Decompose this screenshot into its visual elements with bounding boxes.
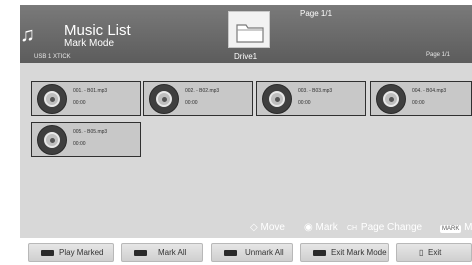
disc-icon: [37, 125, 67, 155]
key-hints: ◇ Move ◉ Mark CH Page Change MARK Ma: [20, 218, 472, 238]
file-item[interactable]: 001. - B01.mp3 00:00: [31, 81, 141, 116]
screen: ♫ Music List Mark Mode USB 1 XTICK Page …: [0, 0, 472, 265]
key-icon: [41, 250, 54, 256]
page-indicator: Page 1/1: [300, 9, 333, 18]
music-note-icon: ♫: [20, 24, 35, 46]
key-icon: [134, 250, 147, 256]
exit-button[interactable]: ▯ Exit: [396, 243, 472, 262]
file-name: 001. - B01.mp3: [73, 88, 108, 94]
move-hint: ◇ Move: [250, 218, 285, 238]
button-bar: Play Marked Mark All Unmark All Exit Mar…: [20, 239, 472, 265]
file-name: 003. - B03.mp3: [298, 88, 333, 94]
mark-key-hint: MARK Ma: [440, 218, 472, 238]
folder-icon: [236, 24, 264, 43]
drive-label: Drive1: [234, 52, 258, 61]
play-marked-button[interactable]: Play Marked: [28, 243, 114, 262]
file-time: 00:00: [298, 100, 311, 106]
exit-mark-mode-button[interactable]: Exit Mark Mode: [300, 243, 389, 262]
key-icon: [224, 250, 237, 256]
mark-hint: ◉ Mark: [304, 218, 338, 238]
unmark-all-button[interactable]: Unmark All: [211, 243, 293, 262]
disc-icon: [262, 84, 292, 114]
storage-label: USB 1 XTICK: [34, 54, 71, 60]
file-time: 00:00: [185, 100, 198, 106]
mark-label: Mark: [315, 222, 338, 233]
exit-icon: ▯: [419, 248, 424, 257]
mark-icon: ◉: [304, 222, 313, 233]
key-icon: [313, 250, 326, 256]
app-title: Music List: [64, 22, 131, 39]
mode-label: Mark Mode: [64, 38, 115, 49]
file-time: 00:00: [73, 100, 86, 106]
file-name: 005. - B05.mp3: [73, 129, 108, 135]
page-indicator-small: Page 1/1: [426, 52, 451, 58]
file-item[interactable]: 002. - B02.mp3 00:00: [143, 81, 253, 116]
page-change-label: Page Change: [360, 222, 423, 233]
file-item[interactable]: 003. - B03.mp3 00:00: [256, 81, 366, 116]
move-label: Move: [260, 222, 285, 233]
ch-key-icon: CH: [347, 225, 358, 232]
mark-key-label: Ma: [464, 222, 472, 233]
file-time: 00:00: [73, 141, 86, 147]
mark-key-icon: MARK: [440, 225, 462, 233]
file-item[interactable]: 005. - B05.mp3 00:00: [31, 122, 141, 157]
disc-icon: [376, 84, 406, 114]
file-name: 002. - B02.mp3: [185, 88, 220, 94]
disc-icon: [37, 84, 67, 114]
page-change-hint: CH Page Change: [346, 218, 422, 238]
disc-icon: [149, 84, 179, 114]
move-icon: ◇: [250, 222, 258, 233]
folder-button[interactable]: [228, 11, 270, 48]
file-time: 00:00: [412, 100, 425, 106]
file-name: 004. - B04.mp3: [412, 88, 447, 94]
mark-all-button[interactable]: Mark All: [121, 243, 203, 262]
file-item[interactable]: 004. - B04.mp3 00:00: [370, 81, 472, 116]
